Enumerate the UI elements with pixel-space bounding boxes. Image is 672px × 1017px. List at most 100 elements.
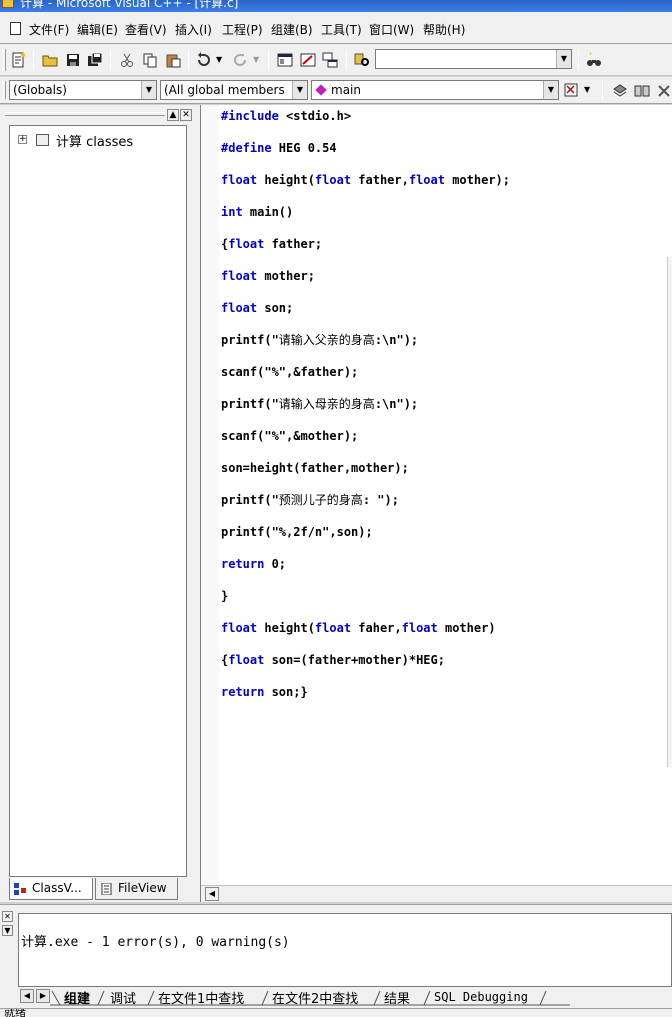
status-bar: 就绪 (0, 1008, 672, 1017)
code-line[interactable]: {float son=(father+mother)*HEG; (221, 652, 510, 684)
tree-expand-icon[interactable]: + (18, 135, 27, 144)
scope-combo-value: (Globals) (13, 83, 67, 97)
tab-classview[interactable]: ClassV... (9, 878, 93, 900)
copy-icon[interactable] (142, 52, 158, 68)
menu-build[interactable]: 组建(B) (271, 21, 313, 38)
open-folder-icon[interactable] (42, 52, 58, 68)
cut-icon[interactable] (119, 52, 135, 68)
tab-fileview[interactable]: FileView (95, 878, 178, 900)
toolbar-grip[interactable] (3, 49, 6, 71)
toolbar-grip[interactable] (3, 81, 6, 99)
tab-scroll-first-icon[interactable]: ◀ (20, 989, 34, 1003)
code-line[interactable]: printf("预测儿子的身高: "); (221, 492, 510, 524)
toolbar-separator (578, 50, 579, 70)
source-code[interactable]: #include <stdio.h> #define HEG 0.54 float … (221, 108, 510, 716)
code-line[interactable]: return 0; (221, 556, 510, 588)
save-icon[interactable] (65, 52, 81, 68)
compile-icon[interactable] (612, 83, 628, 99)
scope-combo-arrow-icon[interactable]: ▼ (141, 81, 156, 99)
status-text: 就绪 (4, 1008, 26, 1017)
redo-dropdown-icon[interactable]: ▼ (253, 55, 259, 64)
toolbar-separator (602, 80, 603, 100)
editor-horizontal-scrollbar[interactable]: ◀ (201, 885, 672, 902)
code-line[interactable]: printf("请输入父亲的身高:\n"); (221, 332, 510, 364)
find-combo[interactable]: ▼ (375, 49, 572, 69)
editor-gutter[interactable] (201, 105, 219, 885)
output-panel: ✕ ▼ 计算.exe - 1 error(s), 0 warning(s) ◀ … (0, 904, 672, 1008)
code-line[interactable]: printf("请输入母亲的身高:\n"); (221, 396, 510, 428)
workspace-icon[interactable] (277, 52, 293, 68)
output-panel-side: ✕ ▼ (0, 909, 16, 987)
find-in-files-icon[interactable] (354, 52, 370, 68)
output-close-icon[interactable]: ✕ (2, 911, 13, 922)
class-tree[interactable]: + 计算 classes (9, 125, 187, 877)
title-bar[interactable]: 计算 - Microsoft Visual C++ - [计算.c] (0, 0, 672, 12)
code-line[interactable]: } (221, 588, 510, 620)
tab-classview-label: ClassV... (32, 881, 82, 895)
members-combo[interactable]: (All global members ▼ (160, 80, 308, 100)
window-list-icon[interactable] (322, 52, 338, 68)
code-line[interactable]: return son;} (221, 684, 510, 716)
paste-icon[interactable] (165, 52, 181, 68)
output-text-area[interactable]: 计算.exe - 1 error(s), 0 warning(s) (18, 913, 672, 987)
code-line[interactable]: #include <stdio.h> (221, 108, 510, 140)
code-editor[interactable]: #include <stdio.h> #define HEG 0.54 float … (200, 105, 672, 902)
menu-help[interactable]: 帮助(H) (423, 21, 465, 38)
tab-build[interactable]: 组建 (64, 988, 90, 1007)
menu-file[interactable]: 文件(F) (29, 21, 69, 38)
tab-find-in-files-2[interactable]: 在文件2中查找 (272, 988, 358, 1007)
undo-icon[interactable] (196, 52, 212, 68)
code-line[interactable]: printf("%,2f/n",son); (221, 524, 510, 556)
panel-grip[interactable] (5, 112, 165, 116)
tab-scroll-last-icon[interactable]: ▶ (36, 989, 50, 1003)
code-line[interactable]: {float father; (221, 236, 510, 268)
output-maximize-icon[interactable]: ▼ (2, 925, 13, 936)
tree-root-label[interactable]: 计算 classes (56, 131, 133, 150)
code-line[interactable]: scanf("%",&mother); (221, 428, 510, 460)
code-line[interactable]: int main() (221, 204, 510, 236)
standard-toolbar: ▼ ▼ ▼ (0, 44, 672, 76)
save-all-icon[interactable] (87, 52, 103, 68)
panel-maximize-icon[interactable]: ▲ (167, 109, 179, 121)
wizard-action-icon[interactable] (564, 83, 580, 99)
code-line[interactable]: float height(float faher,float mother) (221, 620, 510, 652)
code-line[interactable]: float son; (221, 300, 510, 332)
function-combo-arrow-icon[interactable]: ▼ (543, 81, 558, 99)
code-line[interactable]: float mother; (221, 268, 510, 300)
redo-icon[interactable] (232, 52, 248, 68)
menu-edit[interactable]: 编辑(E) (77, 21, 118, 38)
wizard-action-dropdown-icon[interactable]: ▼ (584, 85, 590, 94)
function-combo[interactable]: main ▼ (311, 80, 559, 100)
code-line[interactable]: scanf("%",&father); (221, 364, 510, 396)
menu-tools[interactable]: 工具(T) (321, 21, 362, 38)
tab-results[interactable]: 结果 (384, 988, 410, 1007)
function-icon (315, 84, 327, 96)
output-window-icon[interactable] (300, 52, 316, 68)
toolbar-separator (268, 50, 269, 70)
toolbar-separator (110, 50, 111, 70)
new-text-file-icon[interactable] (10, 52, 26, 68)
find-binoculars-icon[interactable] (586, 52, 602, 68)
panel-close-icon[interactable]: ✕ (180, 109, 192, 121)
stop-build-icon[interactable] (656, 83, 672, 99)
undo-dropdown-icon[interactable]: ▼ (216, 55, 222, 64)
members-combo-arrow-icon[interactable]: ▼ (292, 81, 307, 99)
tab-find-in-files-1[interactable]: 在文件1中查找 (158, 988, 244, 1007)
menu-insert[interactable]: 插入(I) (175, 21, 212, 38)
find-combo-arrow-icon[interactable]: ▼ (556, 50, 571, 68)
build-icon[interactable] (634, 83, 650, 99)
code-line[interactable]: #define HEG 0.54 (221, 140, 510, 172)
menu-window[interactable]: 窗口(W) (369, 21, 414, 38)
menu-project[interactable]: 工程(P) (222, 21, 263, 38)
tab-sql-debugging[interactable]: SQL Debugging (434, 990, 528, 1004)
tab-debug[interactable]: 调试 (110, 988, 136, 1007)
fileview-icon (101, 883, 112, 895)
scope-combo[interactable]: (Globals) ▼ (9, 80, 157, 100)
code-line[interactable]: float height(float father,float mother); (221, 172, 510, 204)
code-line[interactable]: son=height(father,mother); (221, 460, 510, 492)
scroll-left-icon[interactable]: ◀ (205, 887, 219, 901)
document-icon[interactable] (10, 22, 21, 35)
editor-vertical-scrollbar[interactable] (667, 257, 672, 767)
menu-view[interactable]: 查看(V) (125, 21, 167, 38)
window-title: 计算 - Microsoft Visual C++ - [计算.c] (20, 0, 239, 10)
